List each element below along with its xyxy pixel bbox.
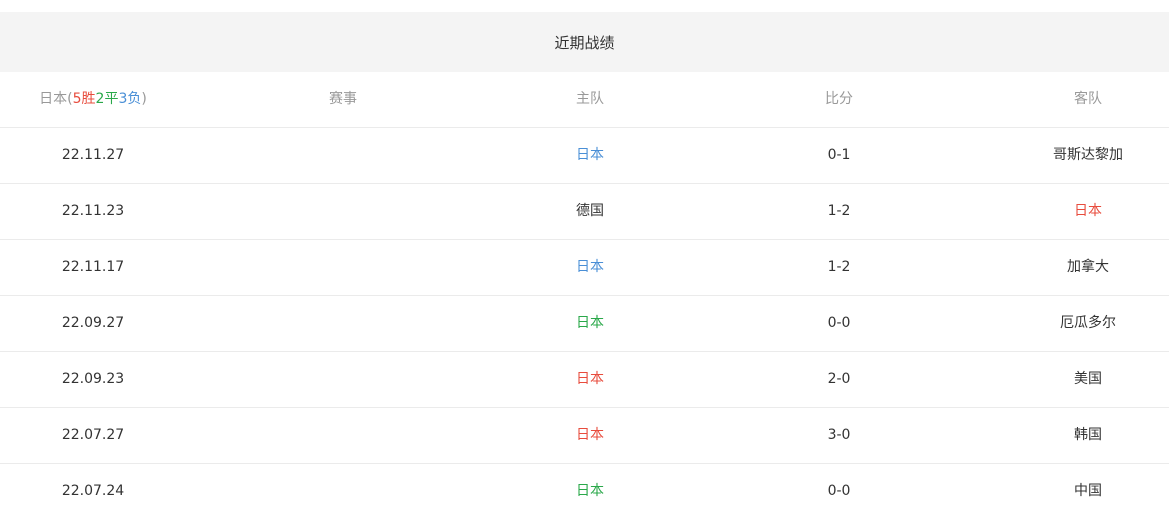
match-score: 1-2 — [827, 203, 851, 219]
paren-close: ) — [141, 91, 147, 107]
match-score: 0-0 — [827, 483, 851, 499]
table-row: 22.11.17 日本 1-2 加拿大 — [0, 240, 1169, 296]
match-home-team[interactable]: 日本 — [497, 352, 683, 407]
match-date: 22.07.24 — [61, 483, 125, 499]
match-score: 0-0 — [827, 315, 851, 331]
match-away-team[interactable]: 厄瓜多尔 — [995, 296, 1169, 351]
match-competition — [250, 240, 436, 295]
header-home: 主队 — [576, 91, 604, 107]
match-competition — [250, 352, 436, 407]
match-score: 0-1 — [827, 147, 851, 163]
match-competition — [250, 464, 436, 511]
match-competition — [250, 408, 436, 463]
panel-title-text: 近期战绩 — [554, 33, 615, 52]
match-home-team[interactable]: 日本 — [497, 464, 683, 511]
record-wins: 5胜 — [72, 91, 96, 107]
header-team: 日本 — [39, 91, 68, 107]
match-home-team[interactable]: 日本 — [497, 408, 683, 463]
match-date: 22.09.23 — [61, 371, 125, 387]
record-draws: 2平 — [95, 91, 119, 107]
match-competition — [250, 184, 436, 239]
table-row: 22.07.24 日本 0-0 中国 — [0, 464, 1169, 511]
match-away-team[interactable]: 加拿大 — [995, 240, 1169, 295]
match-away-team[interactable]: 韩国 — [995, 408, 1169, 463]
header-competition: 赛事 — [329, 91, 357, 107]
match-home-team[interactable]: 日本 — [497, 296, 683, 351]
match-home-team[interactable]: 日本 — [497, 240, 683, 295]
header-away: 客队 — [1074, 91, 1102, 107]
table-row: 22.07.27 日本 3-0 韩国 — [0, 408, 1169, 464]
table-row: 22.09.23 日本 2-0 美国 — [0, 352, 1169, 408]
match-date: 22.11.17 — [61, 259, 125, 275]
table-row: 22.11.27 日本 0-1 哥斯达黎加 — [0, 128, 1169, 184]
header-team-record: 日本(5胜2平3负) — [0, 72, 186, 127]
match-date: 22.11.27 — [61, 147, 125, 163]
match-date: 22.11.23 — [61, 203, 125, 219]
match-away-team[interactable]: 中国 — [995, 464, 1169, 511]
table-row: 22.11.23 德国 1-2 日本 — [0, 184, 1169, 240]
match-competition — [250, 128, 436, 183]
match-date: 22.09.27 — [61, 315, 125, 331]
match-home-team[interactable]: 日本 — [497, 128, 683, 183]
match-score: 2-0 — [827, 371, 851, 387]
record-losses: 3负 — [118, 91, 142, 107]
match-away-team[interactable]: 美国 — [995, 352, 1169, 407]
table-row: 22.09.27 日本 0-0 厄瓜多尔 — [0, 296, 1169, 352]
match-away-team[interactable]: 哥斯达黎加 — [995, 128, 1169, 183]
match-score: 3-0 — [827, 427, 851, 443]
match-date: 22.07.27 — [61, 427, 125, 443]
table-header: 日本(5胜2平3负) 赛事 主队 比分 客队 — [0, 72, 1169, 128]
match-competition — [250, 296, 436, 351]
match-away-team[interactable]: 日本 — [995, 184, 1169, 239]
header-score: 比分 — [825, 91, 853, 107]
panel-title: 近期战绩 — [0, 12, 1169, 72]
recent-results-panel: 近期战绩 日本(5胜2平3负) 赛事 主队 比分 客队 22.11.27 日本 … — [0, 0, 1169, 511]
match-home-team[interactable]: 德国 — [497, 184, 683, 239]
match-score: 1-2 — [827, 259, 851, 275]
